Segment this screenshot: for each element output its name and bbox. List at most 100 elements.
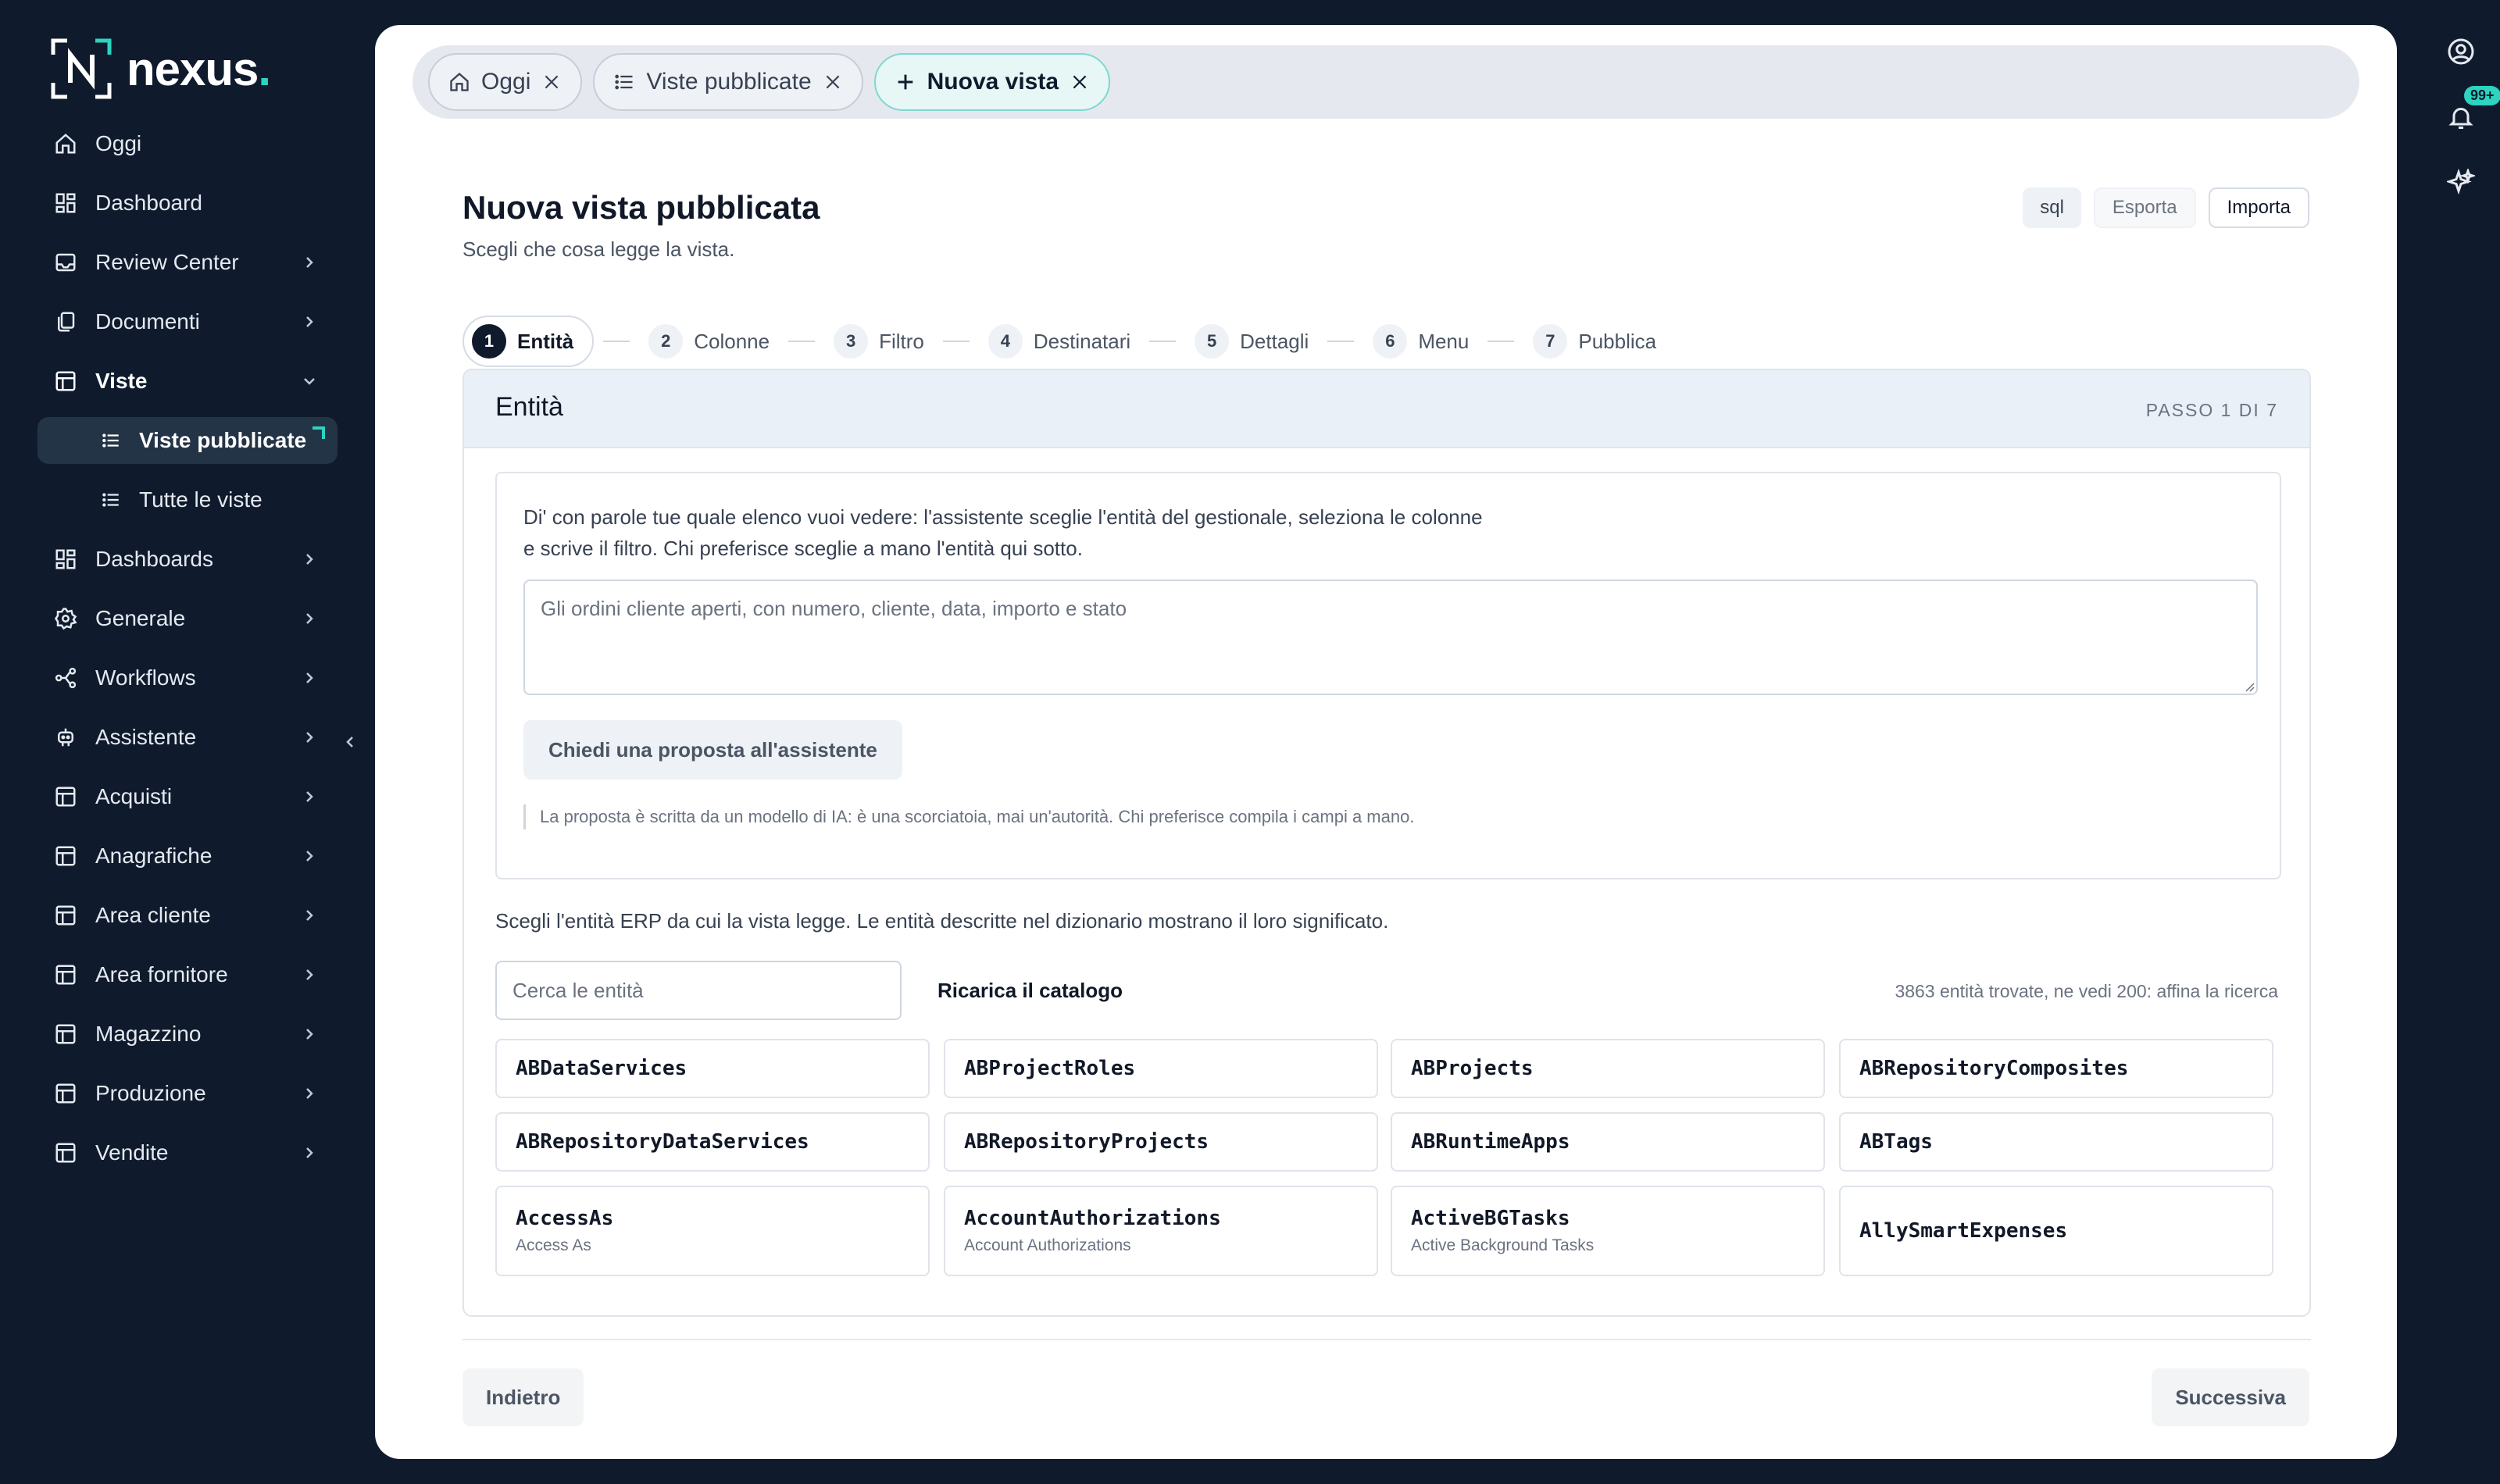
sidebar-item-label: Viste pubblicate bbox=[139, 428, 307, 452]
entity-name: AllySmartExpenses bbox=[1859, 1219, 2068, 1243]
entity-name: ABProjects bbox=[1411, 1057, 1534, 1080]
wizard-stepper: 1 Entità 2 Colonne 3 Filtro 4 Destinatari 5D… bbox=[462, 316, 1666, 367]
user-circle-icon bbox=[2448, 38, 2474, 65]
sidebar-item-label: Oggi bbox=[95, 131, 142, 155]
entity-description: Account Authorizations bbox=[964, 1236, 1131, 1254]
collapse-sidebar-icon[interactable] bbox=[341, 733, 359, 751]
sidebar-item-label: Produzione bbox=[95, 1081, 206, 1105]
sidebar-item-produzione[interactable]: Produzione bbox=[38, 1070, 338, 1117]
table-icon bbox=[53, 903, 78, 928]
sidebar-item-acquisti[interactable]: Acquisti bbox=[38, 773, 338, 820]
step-number: 2 bbox=[648, 324, 684, 359]
logo-mark-icon bbox=[51, 38, 112, 99]
sidebar-item-label: Area fornitore bbox=[95, 962, 228, 986]
next-button[interactable]: Successiva bbox=[2152, 1368, 2309, 1426]
entity-card[interactable]: AccessAs Access As bbox=[495, 1186, 930, 1276]
step-separator bbox=[603, 341, 630, 342]
entity-name: ABProjectRoles bbox=[964, 1057, 1136, 1080]
tab-oggi[interactable]: Oggi bbox=[428, 53, 583, 111]
sidebar-item-generale[interactable]: Generale bbox=[38, 595, 338, 642]
entity-count: 3863 entità trovate, ne vedi 200: affina… bbox=[1895, 981, 2278, 1001]
assistant-intro: Di' con parole tue quale elenco vuoi ved… bbox=[523, 505, 1483, 560]
step-separator bbox=[1488, 341, 1515, 342]
chevron-right-icon bbox=[306, 1029, 313, 1040]
entity-card[interactable]: ABProjects bbox=[1391, 1039, 1825, 1098]
sidebar-item-label: Dashboards bbox=[95, 547, 213, 571]
step-menu[interactable]: 6 Menu bbox=[1363, 316, 1478, 367]
gear-icon bbox=[53, 606, 78, 631]
step-number: 4 bbox=[988, 324, 1023, 359]
chevron-right-icon bbox=[306, 732, 313, 743]
sidebar-item-label: Acquisti bbox=[95, 784, 173, 808]
sidebar-item-label: Dashboard bbox=[95, 191, 202, 215]
sidebar-item-documenti[interactable]: Documenti bbox=[38, 298, 338, 345]
step-destinatari[interactable]: 4 Destinatari bbox=[979, 316, 1140, 367]
entity-step-card: Entità PASSO 1 DI 7 Di' con parole tue q… bbox=[462, 369, 2311, 1317]
tab-viste-pubblicate[interactable]: Viste pubblicate bbox=[593, 53, 863, 111]
entity-card[interactable]: ABRepositoryProjects bbox=[944, 1112, 1378, 1172]
chevron-right-icon bbox=[306, 316, 313, 327]
entity-search-input[interactable] bbox=[495, 961, 902, 1020]
sidebar-item-label: Area cliente bbox=[95, 903, 211, 927]
sidebar-item-label: Workflows bbox=[95, 665, 196, 690]
step-label: Colonne bbox=[694, 329, 770, 353]
chevron-right-icon bbox=[306, 969, 313, 980]
ai-assistant-button[interactable] bbox=[2445, 167, 2477, 198]
step-filtro[interactable]: 3 Filtro bbox=[824, 316, 934, 367]
tab-label: Nuova vista bbox=[927, 69, 1059, 95]
sidebar-item-workflows[interactable]: Workflows bbox=[38, 655, 338, 701]
entity-card[interactable]: AccountAuthorizations Account Authorizati… bbox=[944, 1186, 1378, 1276]
sidebar-item-label: Generale bbox=[95, 606, 186, 630]
sidebar-item-oggi[interactable]: Oggi bbox=[38, 120, 338, 167]
step-separator bbox=[942, 341, 970, 342]
step-pubblica[interactable]: 7 Pubblica bbox=[1523, 316, 1666, 367]
entity-intro: Scegli l'entità ERP da cui la vista legg… bbox=[495, 909, 1389, 933]
chevron-right-icon bbox=[306, 613, 313, 624]
entity-card[interactable]: ActiveBGTasks Active Background Tasks bbox=[1391, 1186, 1825, 1276]
reload-catalog-button[interactable]: Ricarica il catalogo bbox=[914, 962, 1146, 1018]
tab-bar: Oggi Viste pubblicate Nuova vista bbox=[412, 45, 2359, 119]
ask-assistant-button[interactable]: Chiedi una proposta all'assistente bbox=[523, 720, 902, 779]
step-colonne[interactable]: 2 Colonne bbox=[639, 316, 779, 367]
sidebar-item-viste[interactable]: Viste bbox=[38, 358, 338, 405]
step-entita[interactable]: 1 Entità bbox=[462, 316, 595, 367]
sidebar-item-anagrafiche[interactable]: Anagrafiche bbox=[38, 833, 338, 879]
sql-button[interactable]: sql bbox=[2023, 187, 2081, 228]
sidebar-item-area-cliente[interactable]: Area cliente bbox=[38, 892, 338, 939]
assistant-prompt-input[interactable] bbox=[523, 580, 2258, 695]
logo[interactable]: nexus. bbox=[50, 37, 271, 100]
resize-grip-icon[interactable] bbox=[2244, 681, 2255, 692]
bell-icon bbox=[2448, 108, 2473, 129]
entity-card[interactable]: ABRepositoryComposites bbox=[1839, 1039, 2273, 1098]
sidebar-subitem-viste-pubblicate[interactable]: Viste pubblicate bbox=[38, 417, 338, 464]
entity-card[interactable]: AllySmartExpenses bbox=[1839, 1186, 2273, 1276]
sidebar-item-dashboard[interactable]: Dashboard bbox=[38, 180, 338, 227]
entity-card[interactable]: ABDataServices bbox=[495, 1039, 930, 1098]
table-icon bbox=[53, 1022, 78, 1047]
step-label: Entità bbox=[517, 329, 574, 353]
sidebar-item-area-fornitore[interactable]: Area fornitore bbox=[38, 951, 338, 998]
sidebar-subitem-tutte-le-viste[interactable]: Tutte le viste bbox=[38, 476, 338, 523]
sidebar-item-dashboards[interactable]: Dashboards bbox=[38, 536, 338, 583]
sidebar-item-review-center[interactable]: Review Center bbox=[38, 239, 338, 286]
step-number: 3 bbox=[834, 324, 869, 359]
sidebar-item-magazzino[interactable]: Magazzino bbox=[38, 1011, 338, 1058]
tab-nuova-vista[interactable]: Nuova vista bbox=[873, 53, 1111, 111]
step-dettagli[interactable]: 5 Dettagli bbox=[1185, 316, 1318, 367]
entity-card[interactable]: ABRepositoryDataServices bbox=[495, 1112, 930, 1172]
import-button[interactable]: Importa bbox=[2208, 187, 2309, 228]
entity-card[interactable]: ABRuntimeApps bbox=[1391, 1112, 1825, 1172]
sidebar-item-vendite[interactable]: Vendite bbox=[38, 1129, 338, 1176]
back-button[interactable]: Indietro bbox=[462, 1368, 584, 1426]
user-profile-button[interactable] bbox=[2445, 36, 2477, 67]
close-icon[interactable] bbox=[823, 72, 843, 92]
home-icon bbox=[450, 72, 469, 91]
close-icon[interactable] bbox=[541, 72, 562, 92]
entity-card[interactable]: ABTags bbox=[1839, 1112, 2273, 1172]
close-icon[interactable] bbox=[1070, 72, 1090, 92]
list-icon bbox=[98, 487, 123, 512]
entity-card[interactable]: ABProjectRoles bbox=[944, 1039, 1378, 1098]
export-button[interactable]: Esporta bbox=[2093, 187, 2196, 228]
sidebar-item-assistente[interactable]: Assistente bbox=[38, 714, 338, 761]
notifications-button[interactable]: 99+ bbox=[2445, 86, 2500, 133]
